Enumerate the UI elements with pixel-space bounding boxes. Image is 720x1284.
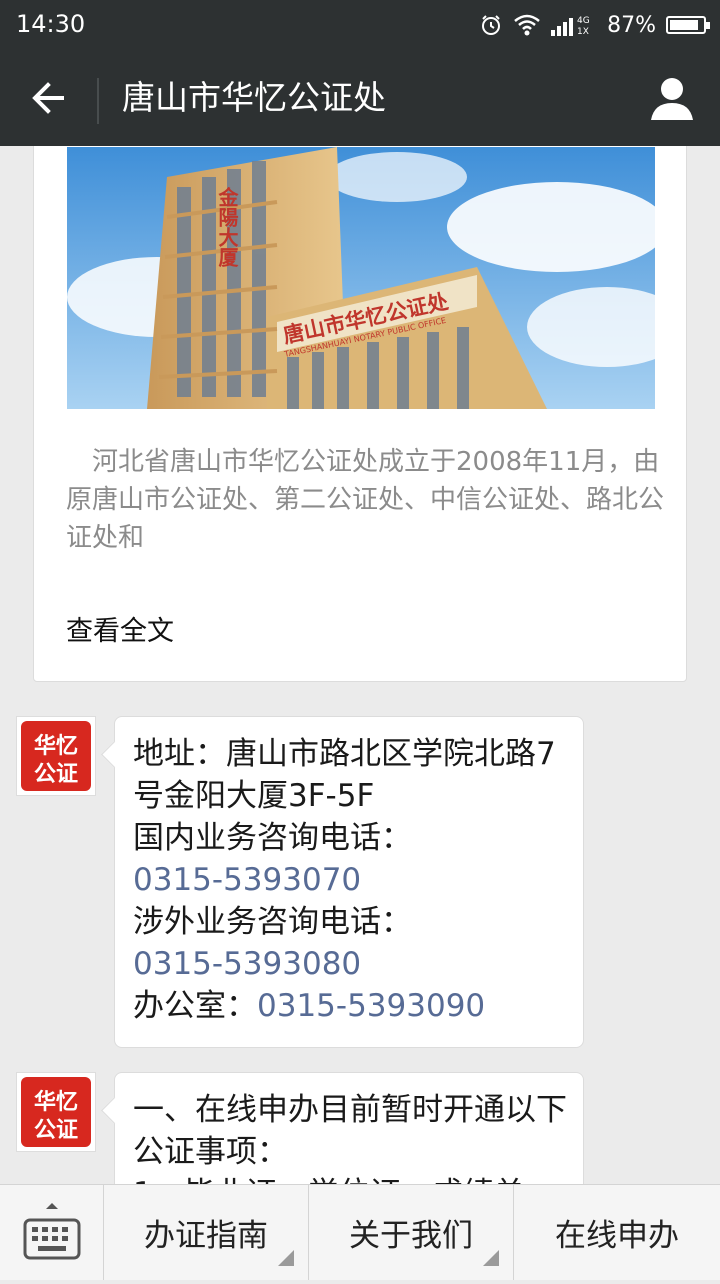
svg-text:公证: 公证 [34, 1118, 78, 1143]
svg-text:金陽大厦: 金陽大厦 [215, 186, 239, 268]
services-intro: 一、在线申办目前暂时开通以下公证事项： [133, 1092, 567, 1170]
menu-apply-button[interactable]: 在线申办 [514, 1185, 720, 1280]
menu-label: 办证指南 [144, 1218, 268, 1254]
menu-label: 在线申办 [555, 1218, 679, 1254]
svg-text:公证: 公证 [34, 762, 78, 787]
signal-icon: 4G 1X [551, 16, 590, 36]
foreign-label: 涉外业务咨询电话： [133, 904, 412, 940]
menu-label: 关于我们 [349, 1218, 473, 1254]
avatar[interactable]: 华忆 公证 [16, 716, 96, 796]
title-bar: 唐山市华忆公证处 [0, 50, 720, 146]
domestic-label: 国内业务咨询电话： [133, 820, 412, 856]
svg-text:4G: 4G [577, 16, 590, 26]
keyboard-icon [23, 1203, 81, 1260]
article-excerpt: 河北省唐山市华忆公证处成立于2008年11月，由原唐山市公证处、第二公证处、中信… [66, 447, 665, 553]
battery-percent: 87% [607, 12, 656, 38]
svg-text:华忆: 华忆 [34, 1089, 78, 1115]
keyboard-toggle-button[interactable] [0, 1185, 104, 1280]
office-line: 办公室：0315-5393090 [133, 985, 567, 1027]
svg-text:1X: 1X [577, 27, 589, 36]
title-divider [97, 78, 99, 124]
services-item: 1、毕业证、学位证、成绩单 [133, 1173, 567, 1184]
avatar[interactable]: 华忆 公证 [16, 1072, 96, 1152]
submenu-indicator-icon [278, 1250, 294, 1266]
article-card[interactable]: 金陽大厦 唐山市华忆公证处 TANGSHANHUAYI NOTARY PUBLI… [33, 146, 687, 682]
foreign-phone-link[interactable]: 0315-5393080 [133, 943, 567, 985]
svg-text:华忆: 华忆 [34, 733, 78, 759]
office-building-image: 金陽大厦 唐山市华忆公证处 TANGSHANHUAYI NOTARY PUBLI… [67, 147, 655, 409]
page-title: 唐山市华忆公证处 [122, 78, 386, 117]
bottom-menu-bar: 办证指南 关于我们 在线申办 [0, 1184, 720, 1280]
office-label: 办公室： [133, 988, 257, 1024]
chat-content[interactable]: 金陽大厦 唐山市华忆公证处 TANGSHANHUAYI NOTARY PUBLI… [0, 146, 720, 1184]
menu-guide-button[interactable]: 办证指南 [104, 1185, 309, 1280]
message-bubble[interactable]: 地址：唐山市路北区学院北路7号金阳大厦3F-5F 国内业务咨询电话： 0315-… [114, 716, 584, 1048]
alarm-icon [482, 15, 501, 35]
battery-icon [666, 16, 710, 34]
wifi-icon [514, 14, 540, 36]
article-image[interactable]: 金陽大厦 唐山市华忆公证处 TANGSHANHUAYI NOTARY PUBLI… [67, 147, 655, 409]
status-time: 14:30 [16, 10, 86, 38]
status-bar: 14:30 4G 1X 87% [0, 0, 720, 50]
read-more-link[interactable]: 查看全文 [66, 609, 174, 648]
seal-logo-icon: 华忆 公证 [21, 721, 91, 791]
domestic-phone-link[interactable]: 0315-5393070 [133, 859, 567, 901]
submenu-indicator-icon [483, 1250, 499, 1266]
profile-icon[interactable] [646, 72, 698, 124]
back-arrow-icon[interactable] [22, 72, 74, 124]
status-icons: 4G 1X 87% [479, 8, 710, 42]
office-phone-link[interactable]: 0315-5393090 [257, 988, 485, 1024]
address-text: 地址：唐山市路北区学院北路7号金阳大厦3F-5F [133, 736, 556, 814]
seal-logo-icon: 华忆 公证 [21, 1077, 91, 1147]
message-bubble[interactable]: 一、在线申办目前暂时开通以下公证事项： 1、毕业证、学位证、成绩单 [114, 1072, 584, 1184]
menu-about-button[interactable]: 关于我们 [309, 1185, 514, 1280]
